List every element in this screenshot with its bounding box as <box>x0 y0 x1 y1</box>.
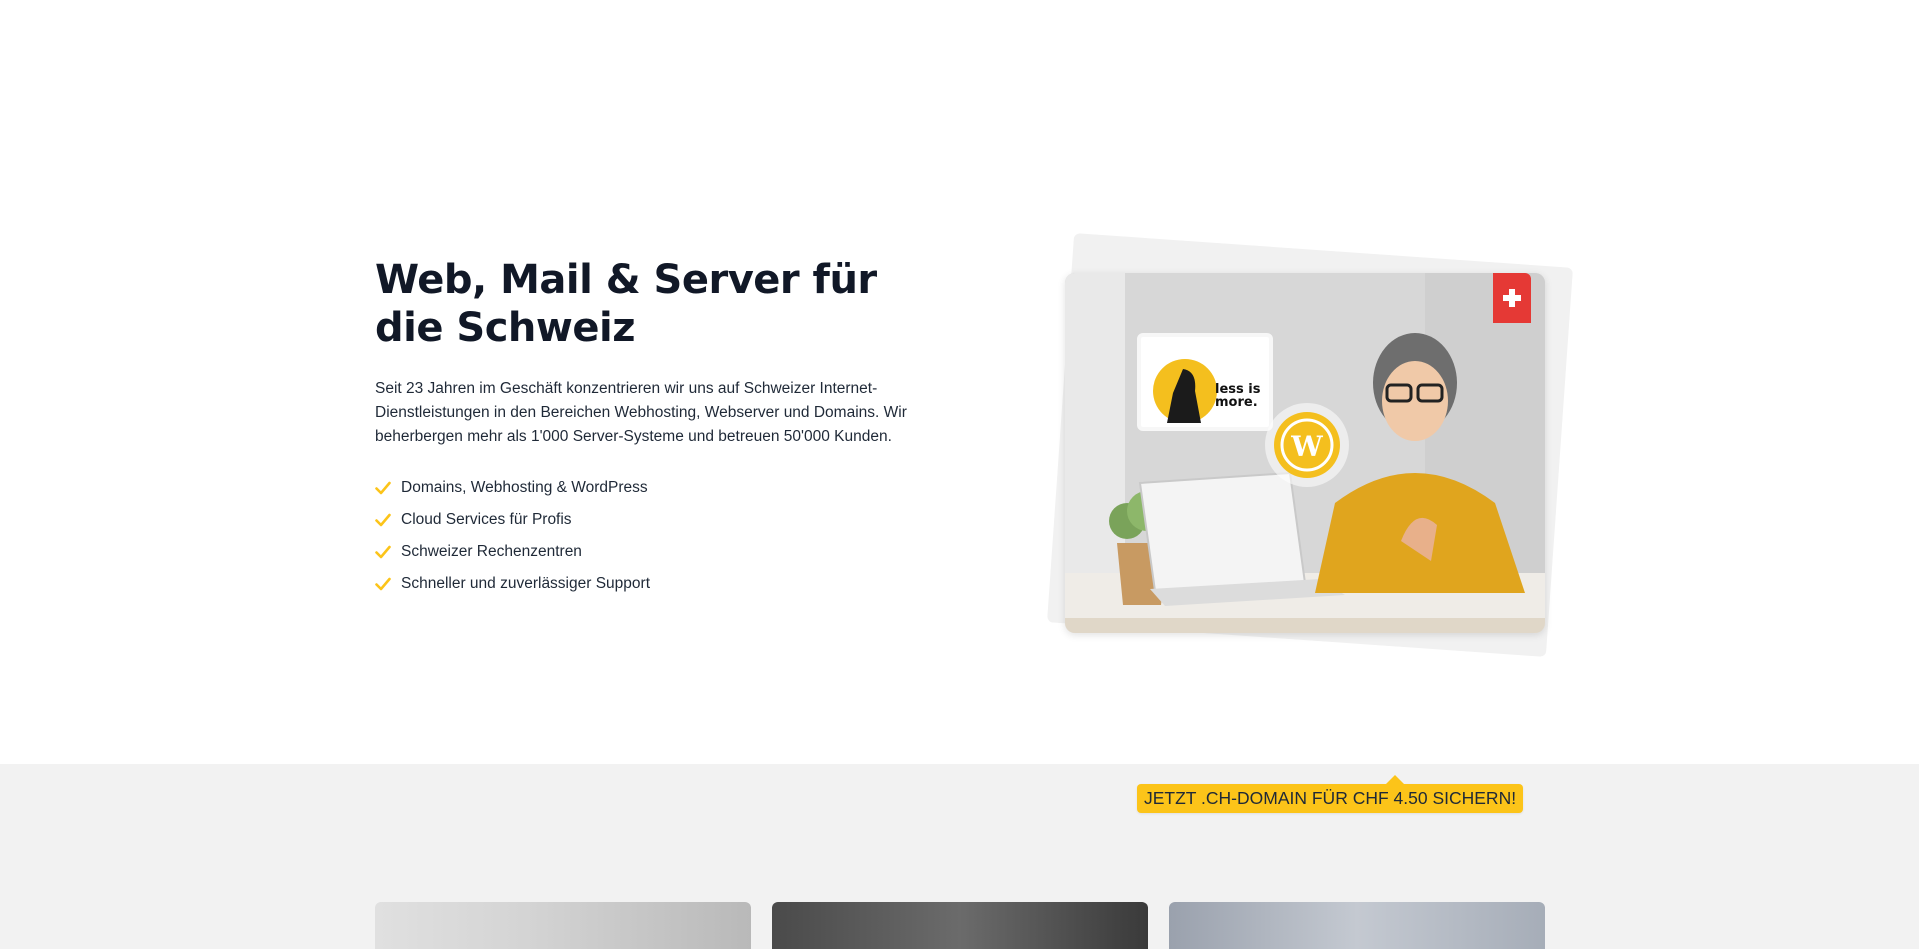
feature-item: Domains, Webhosting & WordPress <box>375 472 650 504</box>
feature-label: Cloud Services für Profis <box>401 511 572 528</box>
domain-promo-link[interactable]: JETZT .CH-DOMAIN FÜR CHF 4.50 SICHERN! <box>1137 775 1524 813</box>
feature-label: Domains, Webhosting & WordPress <box>401 479 648 496</box>
feature-label: Schneller und zuverlässiger Support <box>401 575 650 592</box>
check-icon <box>375 545 391 559</box>
hero-description: Seit 23 Jahren im Geschäft konzentrieren… <box>375 380 907 445</box>
hero-image: less is more. W <box>1065 273 1545 633</box>
feature-list: Domains, Webhosting & WordPress Cloud Se… <box>375 472 650 600</box>
hero-illustration: less is more. W <box>1065 273 1545 633</box>
product-card-server[interactable] <box>1169 902 1545 949</box>
feature-item: Schneller und zuverlässiger Support <box>375 568 650 600</box>
swiss-flag-icon <box>1493 273 1531 323</box>
check-icon <box>375 577 391 591</box>
product-card-domains[interactable] <box>772 902 1148 949</box>
svg-text:W: W <box>1290 430 1323 463</box>
page: Web, Mail & Server für die Schweiz Seit … <box>0 0 1919 949</box>
check-icon <box>375 481 391 495</box>
feature-item: Cloud Services für Profis <box>375 504 650 536</box>
feature-item: Schweizer Rechenzentren <box>375 536 650 568</box>
product-card-webhosting[interactable] <box>375 902 751 949</box>
hero-title: Web, Mail & Server für die Schweiz <box>375 257 877 351</box>
check-icon <box>375 513 391 527</box>
svg-text:more.: more. <box>1215 395 1258 410</box>
feature-label: Schweizer Rechenzentren <box>401 543 582 560</box>
